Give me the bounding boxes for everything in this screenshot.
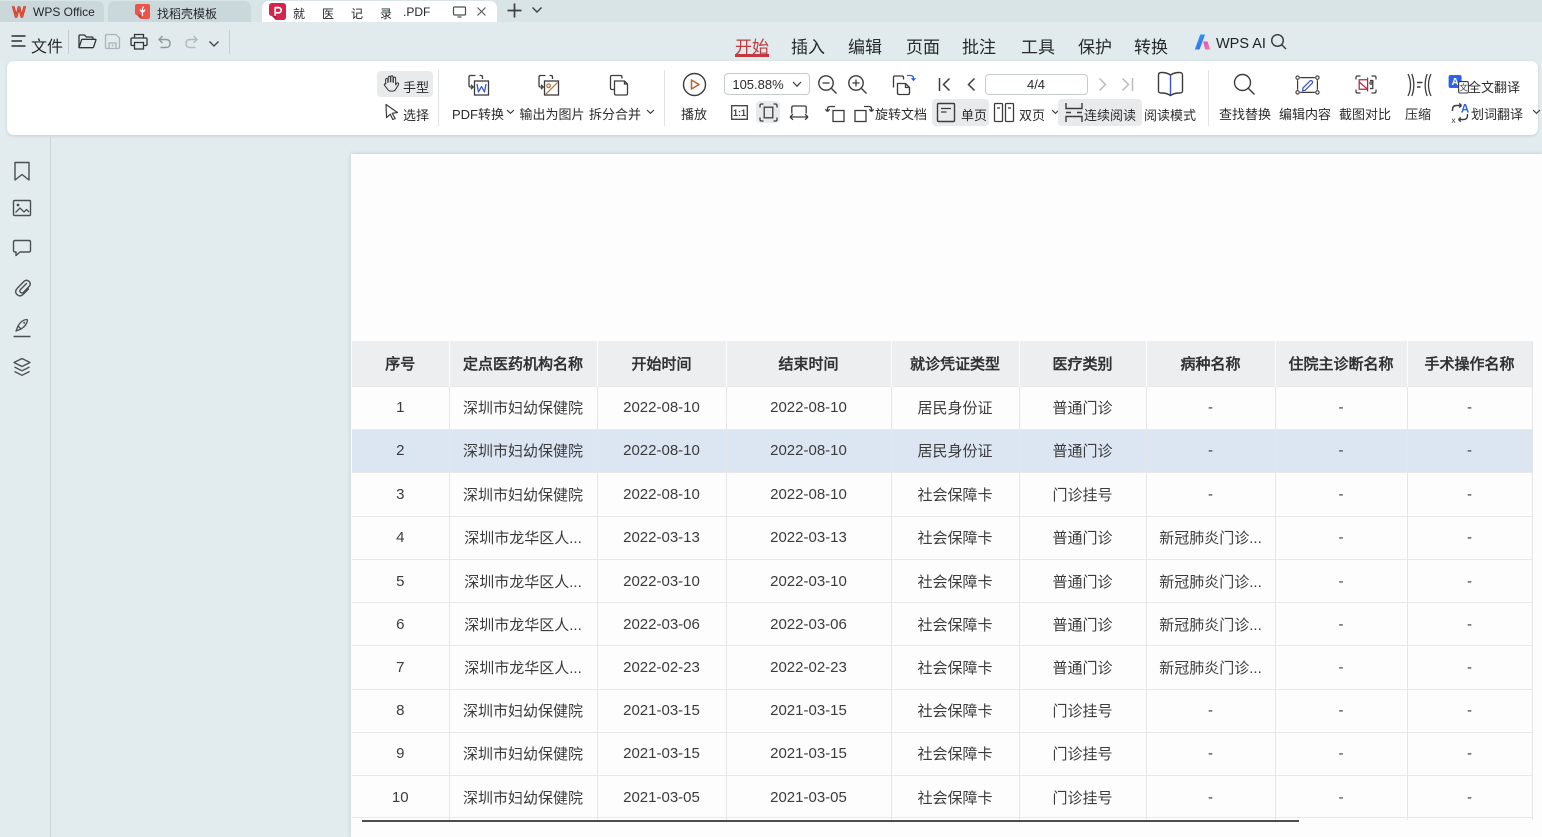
svg-text:A: A [1451,77,1458,88]
svg-text:A: A [1461,104,1469,116]
svg-text:1:1: 1:1 [733,108,746,118]
svg-text:文: 文 [1459,82,1468,92]
svg-text:x: x [1451,115,1456,124]
